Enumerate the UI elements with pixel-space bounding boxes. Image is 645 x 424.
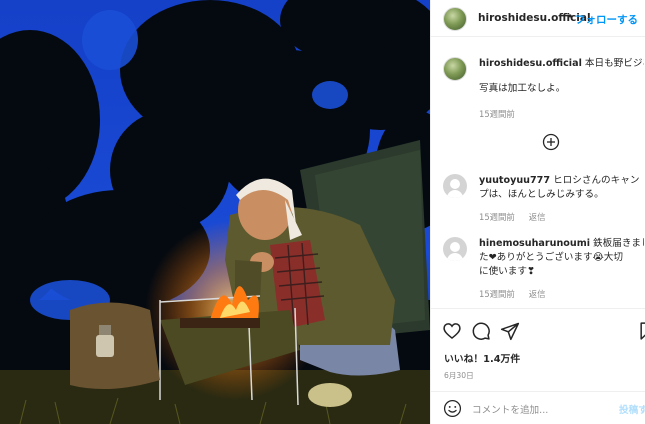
post-side-panel: hiroshidesu.official • フォローする hiroshides… <box>430 0 645 424</box>
post-header: hiroshidesu.official • フォローする <box>431 0 645 37</box>
caption-avatar[interactable] <box>443 57 467 81</box>
caption-username[interactable]: hiroshidesu.official <box>479 58 582 69</box>
caption-text: hiroshidesu.official 本日も野ビジネス <box>479 57 644 71</box>
caption-time: 15週間前 <box>479 108 529 120</box>
caption-line-2: 写真は加工なしよ。 <box>479 83 566 94</box>
comment-text: hinemosuharunoumi 鉄板届きまし <box>479 237 644 251</box>
share-icon[interactable] <box>500 321 520 341</box>
campfire-photo-illustration <box>0 0 430 424</box>
comment-icon[interactable] <box>471 321 491 341</box>
comment-timestamp[interactable]: 15週間前 <box>479 289 515 299</box>
commenter-avatar[interactable] <box>443 237 467 261</box>
post-comment-button[interactable]: 投稿す <box>619 402 645 416</box>
comment-meta: 15週間前 返信 <box>479 288 560 300</box>
comment-text: yuutoyuu777 ヒロシさんのキャン <box>479 174 644 188</box>
comment-timestamp[interactable]: 15週間前 <box>479 212 515 222</box>
comment-composer: コメントを追加... 投稿す <box>431 391 645 424</box>
comment-meta: 15週間前 返信 <box>479 211 560 223</box>
comment-line-1: 鉄板届きまし <box>593 238 644 249</box>
post-date[interactable]: 6月30日 <box>444 370 474 381</box>
commenter-username[interactable]: yuutoyuu777 <box>479 175 550 186</box>
separator-dot: • <box>567 11 574 23</box>
post-photo[interactable] <box>0 0 430 424</box>
like-count[interactable]: いいね！1.4万件 <box>444 351 520 365</box>
caption-line-1: 本日も野ビジネス <box>584 58 644 69</box>
comment-line-3: に使います❣ <box>479 266 536 277</box>
emoji-icon[interactable] <box>443 399 462 418</box>
commenter-avatar[interactable] <box>443 174 467 198</box>
comment-input[interactable]: コメントを追加... <box>472 402 548 416</box>
comment-line-2: た❤ありがとうございます😭大切 <box>479 252 623 263</box>
follow-button[interactable]: フォローする <box>575 12 638 27</box>
load-more-comments-button[interactable] <box>542 133 560 151</box>
author-avatar[interactable] <box>443 7 467 31</box>
bookmark-icon[interactable] <box>637 321 645 341</box>
commenter-username[interactable]: hinemosuharunoumi <box>479 238 590 249</box>
heart-icon[interactable] <box>442 321 462 341</box>
reply-button[interactable]: 返信 <box>529 289 546 299</box>
comment-line-2: プは、ほんとしみじみする。 <box>479 189 604 200</box>
comment-line-1: ヒロシさんのキャン <box>553 175 640 186</box>
author-username[interactable]: hiroshidesu.official <box>478 12 591 24</box>
plus-circle-icon <box>542 133 560 151</box>
caption-timestamp[interactable]: 15週間前 <box>479 109 515 119</box>
reply-button[interactable]: 返信 <box>529 212 546 222</box>
